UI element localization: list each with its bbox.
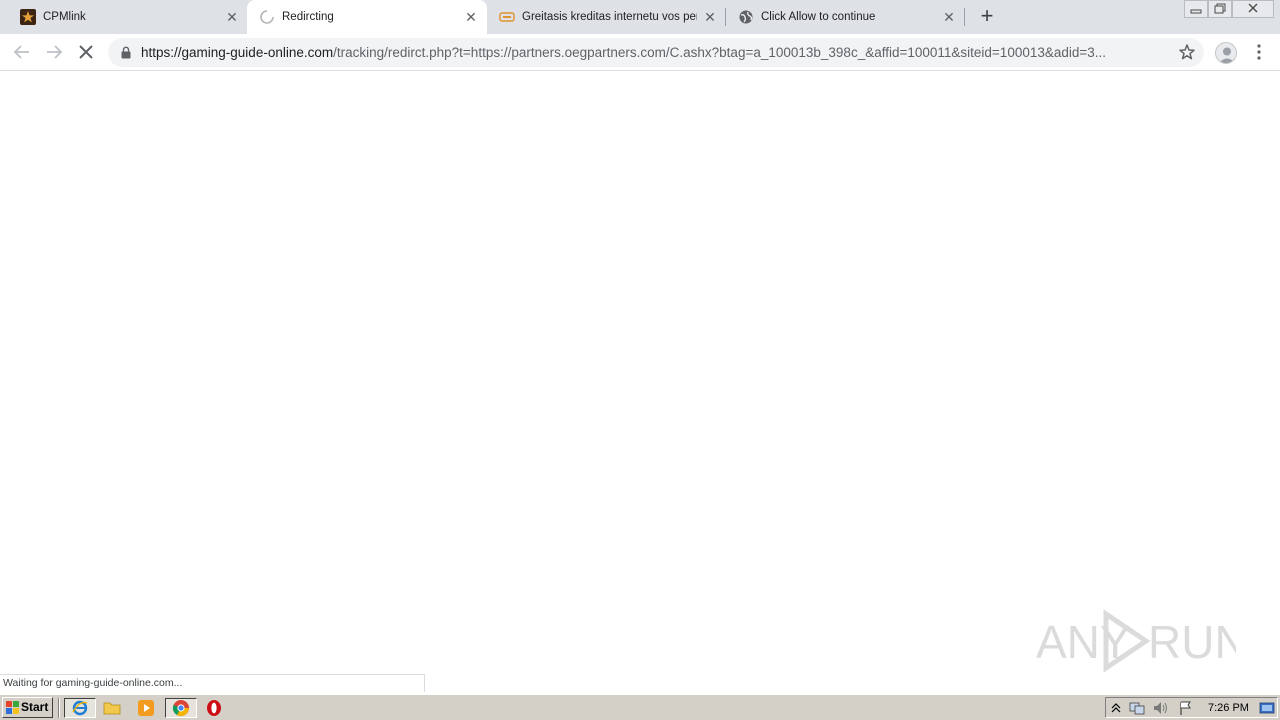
url-path: /tracking/redirct.php?t=https://partners…	[333, 45, 1107, 60]
kebab-menu-icon	[1257, 44, 1261, 60]
volume-icon[interactable]	[1152, 700, 1170, 720]
close-icon[interactable]: ✕	[941, 9, 957, 25]
opera-icon	[207, 700, 221, 716]
tab-title: Redircting	[282, 11, 334, 23]
taskbar: Start 7:26 PM	[0, 694, 1280, 720]
forward-arrow-icon	[47, 45, 63, 59]
close-window-icon	[1248, 3, 1258, 13]
tab-redircting[interactable]: Redircting ✕	[247, 0, 487, 34]
clock[interactable]: 7:26 PM	[1208, 702, 1249, 714]
close-window-button[interactable]	[1232, 0, 1274, 18]
system-tray: 7:26 PM	[1105, 697, 1278, 718]
url-host: https://gaming-guide-online.com	[141, 45, 334, 60]
url-text[interactable]: https://gaming-guide-online.com/tracking…	[141, 45, 1161, 61]
close-icon[interactable]: ✕	[224, 9, 240, 25]
close-icon[interactable]: ✕	[463, 9, 479, 25]
status-bubble: Waiting for gaming-guide-online.com...	[0, 674, 425, 692]
chrome-icon	[172, 700, 189, 717]
minimize-icon	[1190, 9, 1202, 14]
tab-divider	[964, 8, 965, 26]
anyrun-watermark: ANY RUN	[1036, 606, 1248, 676]
tab-title: Click Allow to continue	[761, 11, 876, 23]
taskbar-ie-button[interactable]	[64, 698, 96, 718]
internet-explorer-icon	[72, 700, 88, 716]
tab-click-allow[interactable]: Click Allow to continue ✕	[726, 0, 964, 34]
stop-icon	[79, 45, 93, 59]
action-center-flag-icon[interactable]	[1178, 700, 1194, 720]
start-button[interactable]: Start	[2, 697, 53, 718]
restore-button[interactable]	[1208, 0, 1232, 18]
network-icon[interactable]	[1128, 700, 1146, 720]
back-button[interactable]	[10, 40, 34, 64]
browser-toolbar: https://gaming-guide-online.com/tracking…	[0, 34, 1280, 71]
start-label: Start	[21, 700, 49, 714]
show-desktop-icon[interactable]	[1259, 700, 1275, 720]
taskbar-chrome-button[interactable]	[165, 698, 197, 718]
restore-icon	[1214, 3, 1226, 14]
globe-icon	[738, 9, 754, 25]
tab-greitasis-kreditas[interactable]: Greitasis kreditas internetu vos per ✕	[487, 0, 725, 34]
tab-cpmlink[interactable]: CPMlink ✕	[8, 0, 246, 34]
close-icon[interactable]: ✕	[702, 9, 718, 25]
back-arrow-icon	[13, 45, 29, 59]
page-content	[0, 72, 1280, 693]
loading-spinner-icon	[259, 9, 275, 25]
bookmark-star-icon[interactable]	[1178, 43, 1196, 61]
stop-loading-button[interactable]	[74, 40, 98, 64]
watermark-text-right: RUN	[1148, 616, 1236, 668]
media-player-icon	[138, 700, 154, 716]
credit-card-icon	[499, 9, 515, 25]
show-hidden-icons-icon[interactable]	[1110, 700, 1122, 720]
taskbar-opera-button[interactable]	[201, 698, 227, 718]
address-bar[interactable]: https://gaming-guide-online.com/tracking…	[108, 38, 1204, 67]
taskbar-media-player-button[interactable]	[133, 698, 159, 718]
tab-title: CPMlink	[43, 11, 86, 23]
taskbar-divider	[58, 698, 60, 718]
menu-button[interactable]	[1250, 41, 1268, 63]
screen: CPMlink ✕ Redircting ✕ Greitasis kredita…	[0, 0, 1280, 720]
tab-strip: CPMlink ✕ Redircting ✕ Greitasis kredita…	[0, 0, 1280, 34]
star-brand-icon	[20, 9, 36, 25]
folder-icon	[103, 702, 121, 715]
forward-button[interactable]	[42, 40, 66, 64]
profile-avatar-icon[interactable]	[1215, 42, 1237, 64]
tab-title: Greitasis kreditas internetu vos per	[522, 11, 697, 23]
taskbar-explorer-button[interactable]	[99, 698, 125, 718]
minimize-button[interactable]	[1184, 0, 1208, 18]
windows-flag-icon	[6, 701, 19, 714]
new-tab-button[interactable]: +	[976, 5, 998, 28]
lock-icon	[120, 46, 132, 59]
